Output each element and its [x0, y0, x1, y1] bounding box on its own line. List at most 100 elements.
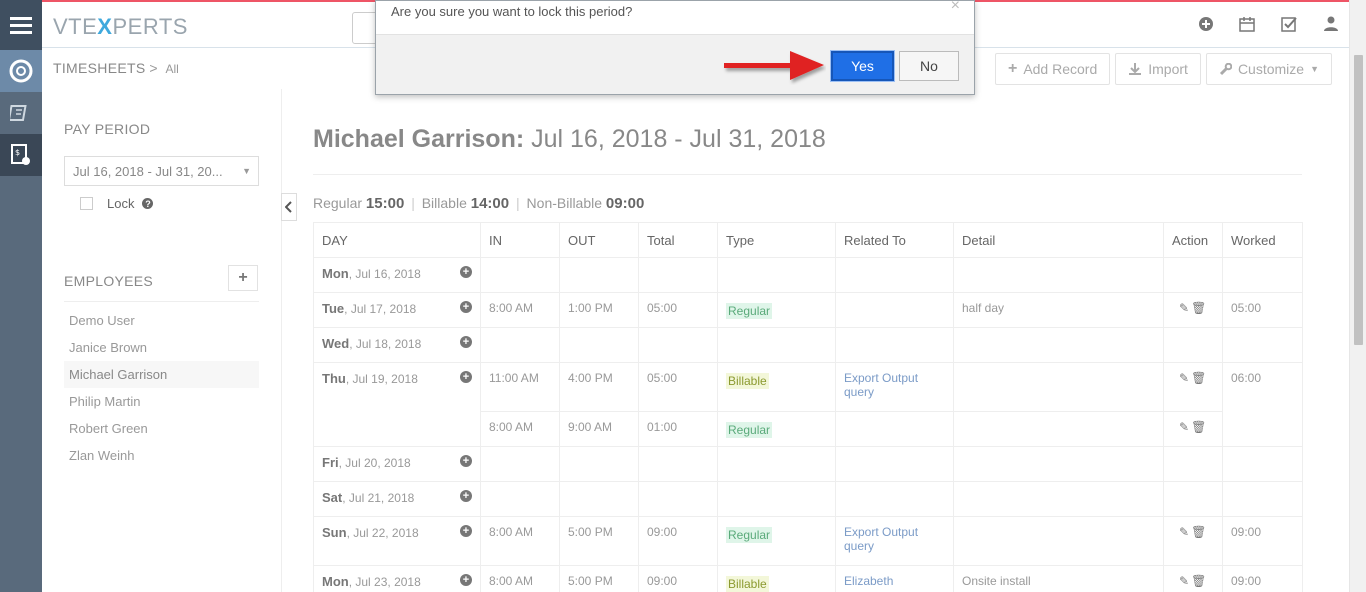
add-entry-icon[interactable]: +	[460, 525, 472, 537]
add-entry-icon[interactable]: +	[460, 574, 472, 586]
trash-icon[interactable]: 🗑	[1191, 574, 1208, 588]
action-buttons: + Add Record Import Customize ▼	[994, 53, 1332, 85]
calendar-icon[interactable]	[1239, 16, 1255, 37]
column-header[interactable]: Type	[717, 222, 836, 258]
table-header-row: DAY IN OUT Total Type Related To Detail …	[313, 222, 1303, 258]
trash-icon[interactable]: 🗑	[1191, 371, 1208, 385]
day-date: , Jul 19, 2018	[345, 372, 418, 386]
day-cell: Tue, Jul 17, 2018 +	[313, 292, 481, 328]
column-header[interactable]: Related To	[835, 222, 954, 258]
timesheet-icon[interactable]: $	[0, 134, 42, 176]
day-cell: Mon, Jul 23, 2018 +	[313, 565, 481, 592]
column-header[interactable]: OUT	[559, 222, 639, 258]
employee-item[interactable]: Zlan Weinh	[64, 442, 259, 469]
day-name: Tue	[322, 301, 345, 316]
add-entry-icon[interactable]: +	[460, 336, 472, 348]
column-header[interactable]: IN	[480, 222, 560, 258]
breadcrumb-view[interactable]: All	[165, 62, 178, 76]
worked-cell: 06:00	[1222, 362, 1303, 447]
download-icon	[1129, 63, 1142, 75]
pay-period-select[interactable]: Jul 16, 2018 - Jul 31, 20... ▼	[64, 156, 259, 186]
import-button[interactable]: Import	[1115, 53, 1201, 85]
add-employee-button[interactable]: +	[228, 265, 258, 291]
edit-icon[interactable]: ✎	[1179, 525, 1191, 539]
customize-button[interactable]: Customize ▼	[1205, 53, 1332, 85]
total-cell: 09:00	[638, 516, 718, 566]
breadcrumb-module[interactable]: TIMESHEETS	[53, 60, 145, 76]
related-link[interactable]: Elizabeth	[844, 574, 893, 588]
trash-icon[interactable]: 🗑	[1191, 301, 1208, 315]
column-header[interactable]: Detail	[953, 222, 1164, 258]
table-row: Sun, Jul 22, 2018 + 8:00 AM 5:00 PM 09:00…	[313, 516, 1303, 566]
day-cell: Fri, Jul 20, 2018 +	[313, 446, 481, 482]
no-button[interactable]: No	[899, 51, 959, 81]
related-link[interactable]: Export Output query	[844, 525, 918, 553]
employee-item[interactable]: Robert Green	[64, 415, 259, 442]
action-cell: ✎🗑	[1163, 362, 1223, 412]
page-scrollbar[interactable]	[1349, 0, 1366, 592]
in-cell: 8:00 AM	[480, 516, 560, 566]
support-icon[interactable]	[0, 50, 42, 92]
app-logo[interactable]: VTEXPERTS	[53, 14, 188, 40]
table-row: Sat, Jul 21, 2018 +	[313, 481, 1303, 517]
lock-checkbox[interactable]	[80, 197, 93, 210]
menu-icon[interactable]	[0, 0, 42, 50]
add-circle-icon[interactable]	[1199, 16, 1213, 37]
detail-cell: half day	[953, 292, 1164, 328]
edit-icon[interactable]: ✎	[1179, 420, 1191, 434]
day-name: Sat	[322, 490, 343, 505]
action-cell: ✎🗑	[1163, 292, 1223, 328]
edit-icon[interactable]: ✎	[1179, 301, 1191, 315]
out-cell: 5:00 PM	[559, 516, 639, 566]
wrench-icon	[1219, 62, 1232, 75]
separator: |	[411, 195, 415, 211]
type-cell: Billable	[717, 565, 836, 592]
day-date: , Jul 21, 2018	[342, 491, 415, 505]
day-cell: Sun, Jul 22, 2018 +	[313, 516, 481, 566]
column-header[interactable]: Total	[638, 222, 718, 258]
add-record-button[interactable]: + Add Record	[994, 53, 1111, 85]
employee-item-selected[interactable]: Michael Garrison	[64, 361, 259, 388]
day-date: , Jul 18, 2018	[349, 337, 422, 351]
yes-button[interactable]: Yes	[831, 51, 894, 81]
day-cell: Sat, Jul 21, 2018 +	[313, 481, 481, 517]
day-name: Mon	[322, 266, 349, 281]
trash-icon[interactable]: 🗑	[1191, 420, 1208, 434]
left-panel: PAY PERIOD Jul 16, 2018 - Jul 31, 20... …	[42, 89, 282, 592]
task-check-icon[interactable]	[1281, 16, 1298, 37]
close-icon[interactable]: ×	[951, 0, 960, 15]
scrollbar-thumb[interactable]	[1354, 55, 1363, 345]
add-entry-icon[interactable]: +	[460, 490, 472, 502]
edit-icon[interactable]: ✎	[1179, 574, 1191, 588]
type-cell: Regular	[717, 516, 836, 566]
add-entry-icon[interactable]: +	[460, 266, 472, 278]
logo-text-prefix: VTE	[53, 14, 98, 39]
help-icon[interactable]: ?	[142, 198, 154, 209]
user-icon[interactable]	[1324, 16, 1338, 37]
add-entry-icon[interactable]: +	[460, 455, 472, 467]
employee-item[interactable]: Demo User	[64, 307, 259, 334]
type-badge: Regular	[726, 303, 773, 319]
customize-label: Customize	[1237, 61, 1305, 77]
column-header[interactable]: Worked	[1222, 222, 1303, 258]
add-entry-icon[interactable]: +	[460, 301, 472, 313]
tickets-icon[interactable]	[0, 92, 42, 134]
column-header[interactable]: DAY	[313, 222, 481, 258]
employee-item[interactable]: Philip Martin	[64, 388, 259, 415]
related-link[interactable]: Export Output query	[844, 371, 918, 399]
related-cell	[835, 292, 954, 328]
employee-item[interactable]: Janice Brown	[64, 334, 259, 361]
type-cell: Regular	[717, 292, 836, 328]
breadcrumb: TIMESHEETS > All	[53, 60, 179, 76]
related-cell: Export Output query	[835, 516, 954, 566]
trash-icon[interactable]: 🗑	[1191, 525, 1208, 539]
type-cell: Billable	[717, 362, 836, 412]
logo-text-x: X	[97, 14, 113, 39]
add-entry-icon[interactable]: +	[460, 371, 472, 383]
divider	[313, 174, 1302, 175]
collapse-panel-button[interactable]	[281, 193, 297, 221]
column-header[interactable]: Action	[1163, 222, 1223, 258]
confirm-dialog: Are you sure you want to lock this perio…	[375, 0, 975, 95]
type-badge: Billable	[726, 576, 769, 592]
edit-icon[interactable]: ✎	[1179, 371, 1191, 385]
